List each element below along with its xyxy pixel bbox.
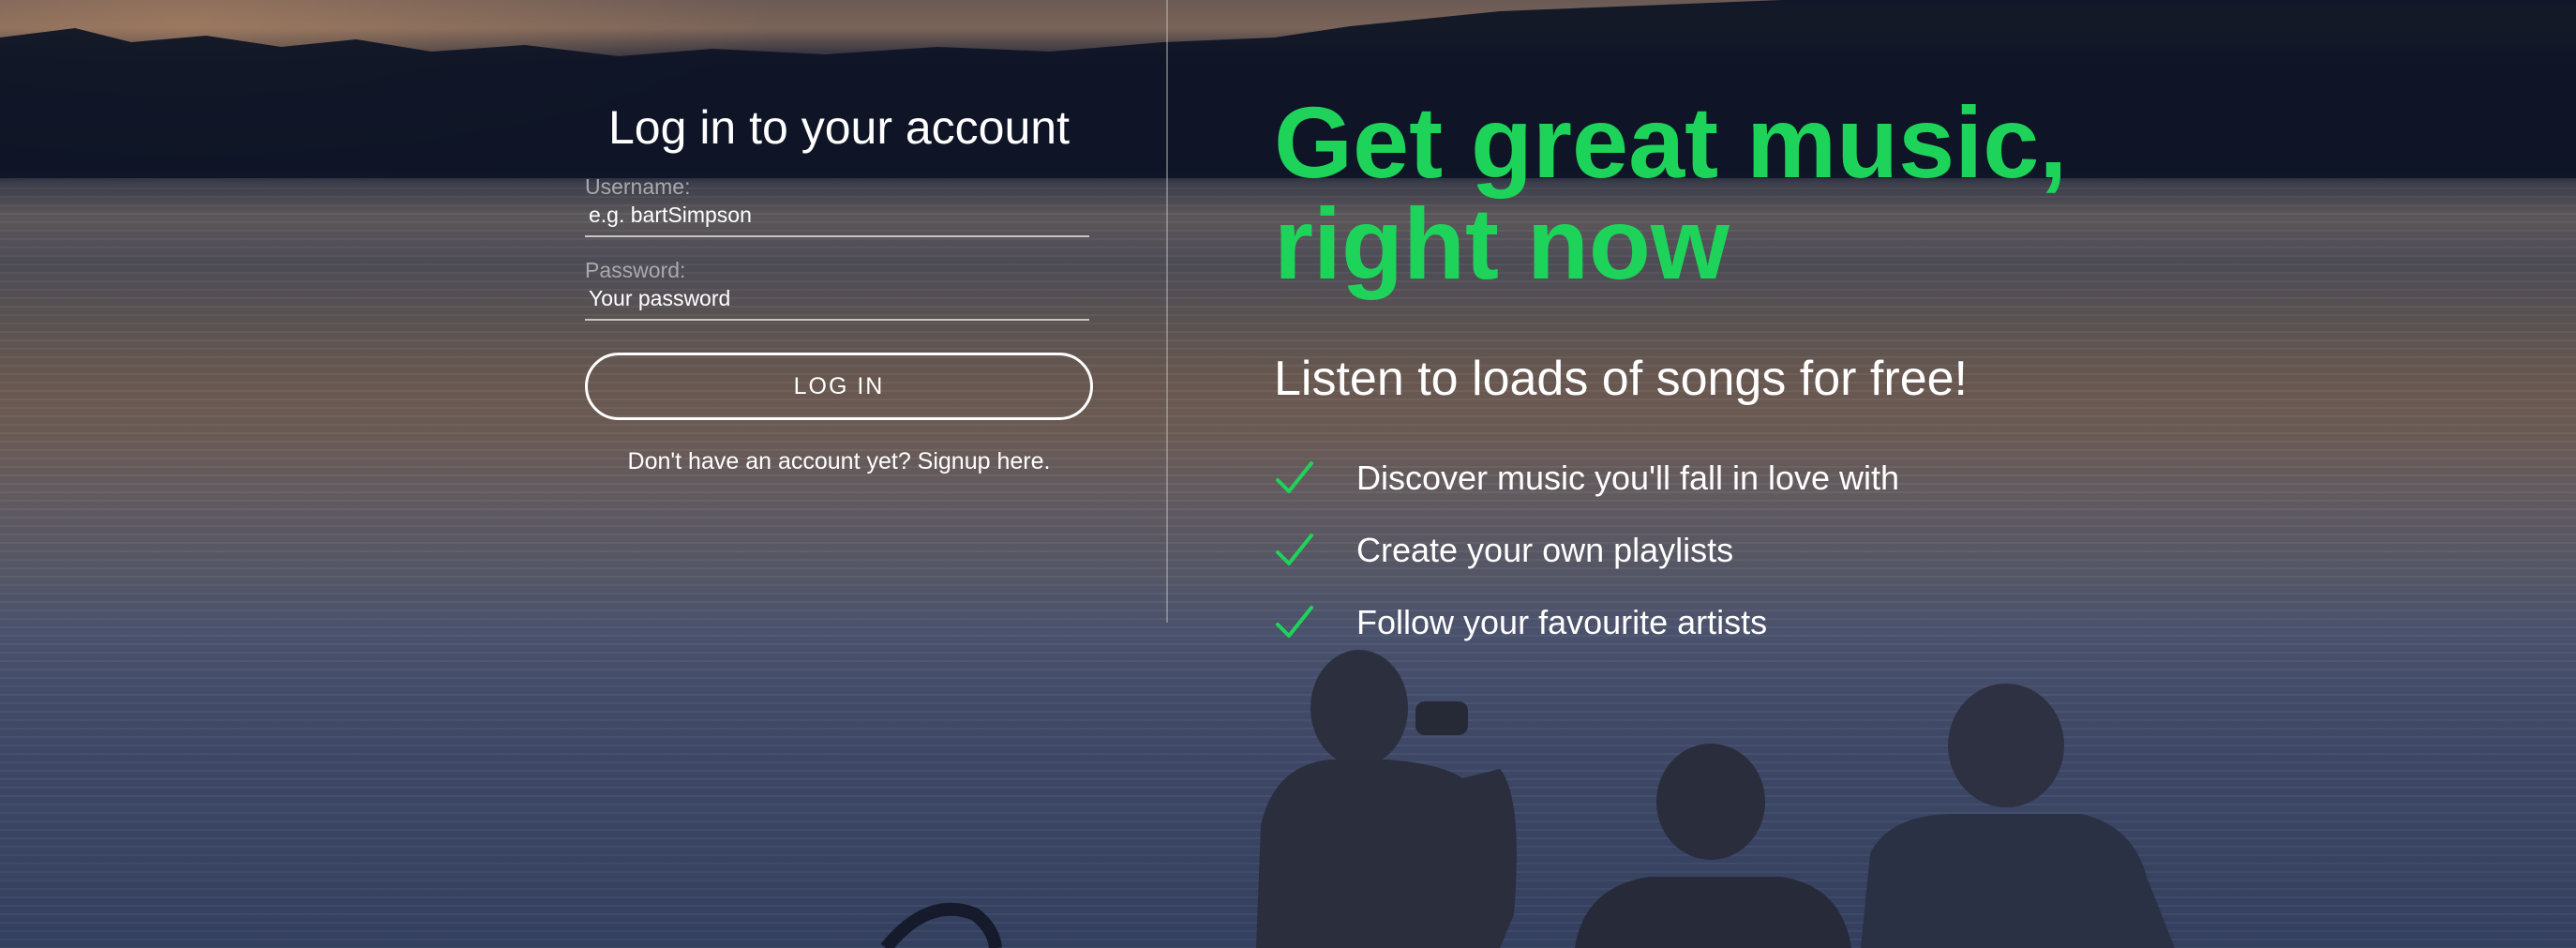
feature-item: Discover music you'll fall in love with bbox=[1274, 450, 2399, 522]
feature-list: Discover music you'll fall in love with … bbox=[1274, 450, 2399, 667]
promo-subheadline: Listen to loads of songs for free! bbox=[1274, 352, 1968, 406]
password-label: Password: bbox=[585, 258, 686, 282]
promo-headline-line1: Get great music, bbox=[1274, 85, 2068, 199]
vertical-divider bbox=[1166, 0, 1168, 623]
login-form: Log in to your account Username: Passwor… bbox=[585, 98, 1093, 475]
username-label: Username: bbox=[585, 174, 691, 199]
username-field-group: Username: bbox=[585, 173, 1093, 237]
login-button[interactable]: LOG IN bbox=[585, 353, 1093, 420]
feature-label: Create your own playlists bbox=[1356, 531, 1734, 569]
login-title: Log in to your account bbox=[608, 101, 1070, 154]
promo-section: Get great music, right now Listen to loa… bbox=[1274, 92, 2399, 667]
password-input[interactable] bbox=[585, 284, 1089, 321]
feature-label: Follow your favourite artists bbox=[1356, 603, 1768, 641]
check-icon bbox=[1276, 461, 1313, 493]
check-icon bbox=[1276, 606, 1313, 638]
check-icon bbox=[1276, 534, 1313, 565]
signup-link[interactable]: Don't have an account yet? Signup here. bbox=[585, 448, 1093, 475]
promo-headline: Get great music, right now bbox=[1274, 92, 2399, 294]
feature-item: Create your own playlists bbox=[1274, 522, 2399, 594]
password-field-group: Password: bbox=[585, 256, 1093, 321]
promo-headline-line2: right now bbox=[1274, 187, 1730, 300]
username-input[interactable] bbox=[585, 201, 1089, 237]
feature-label: Discover music you'll fall in love with bbox=[1356, 459, 1900, 497]
feature-item: Follow your favourite artists bbox=[1274, 594, 2399, 667]
